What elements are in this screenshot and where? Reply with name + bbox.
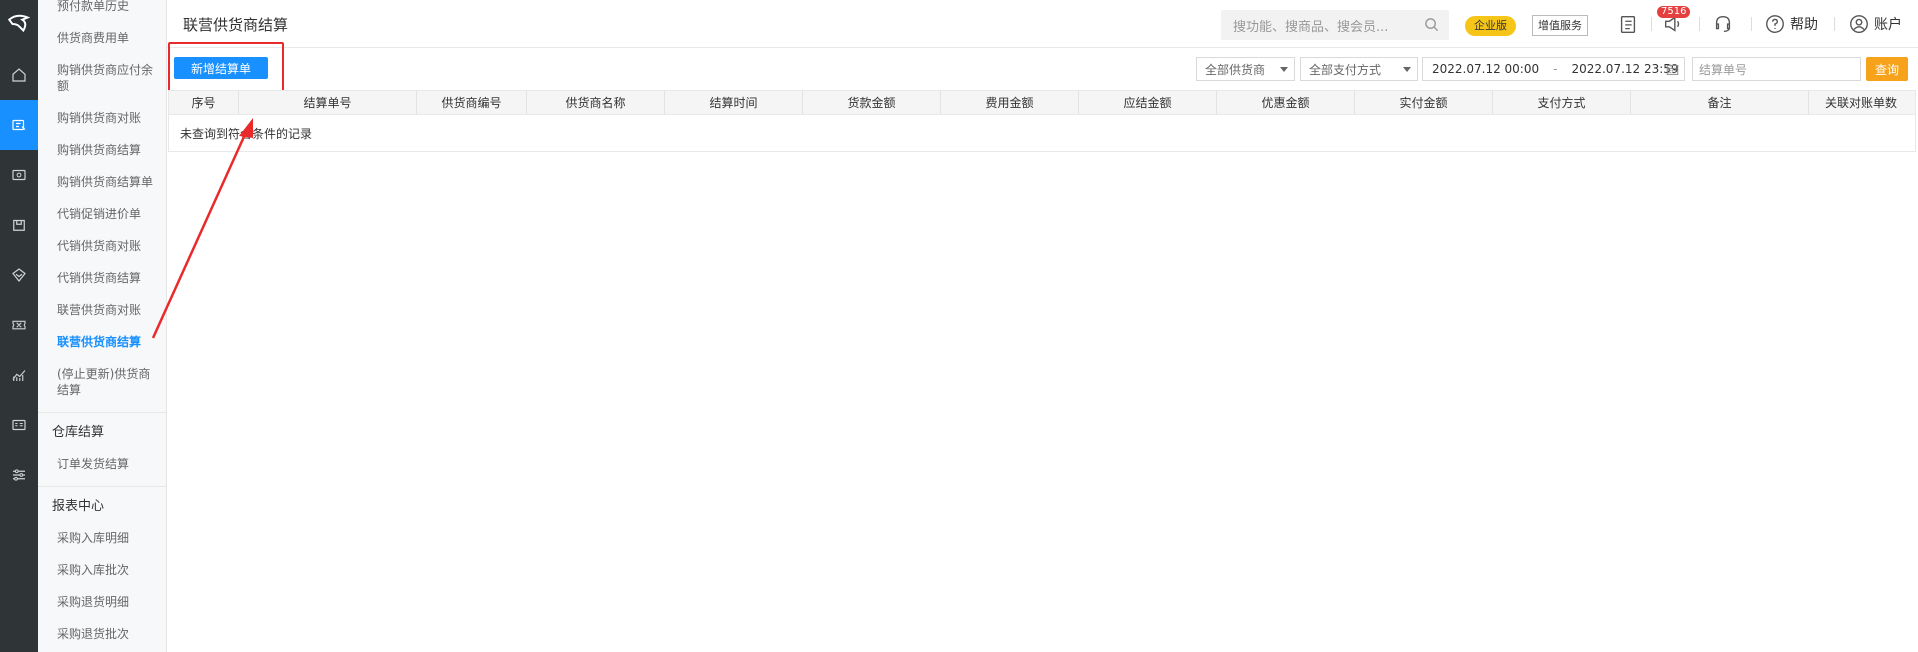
annotation-arrow <box>151 118 253 339</box>
